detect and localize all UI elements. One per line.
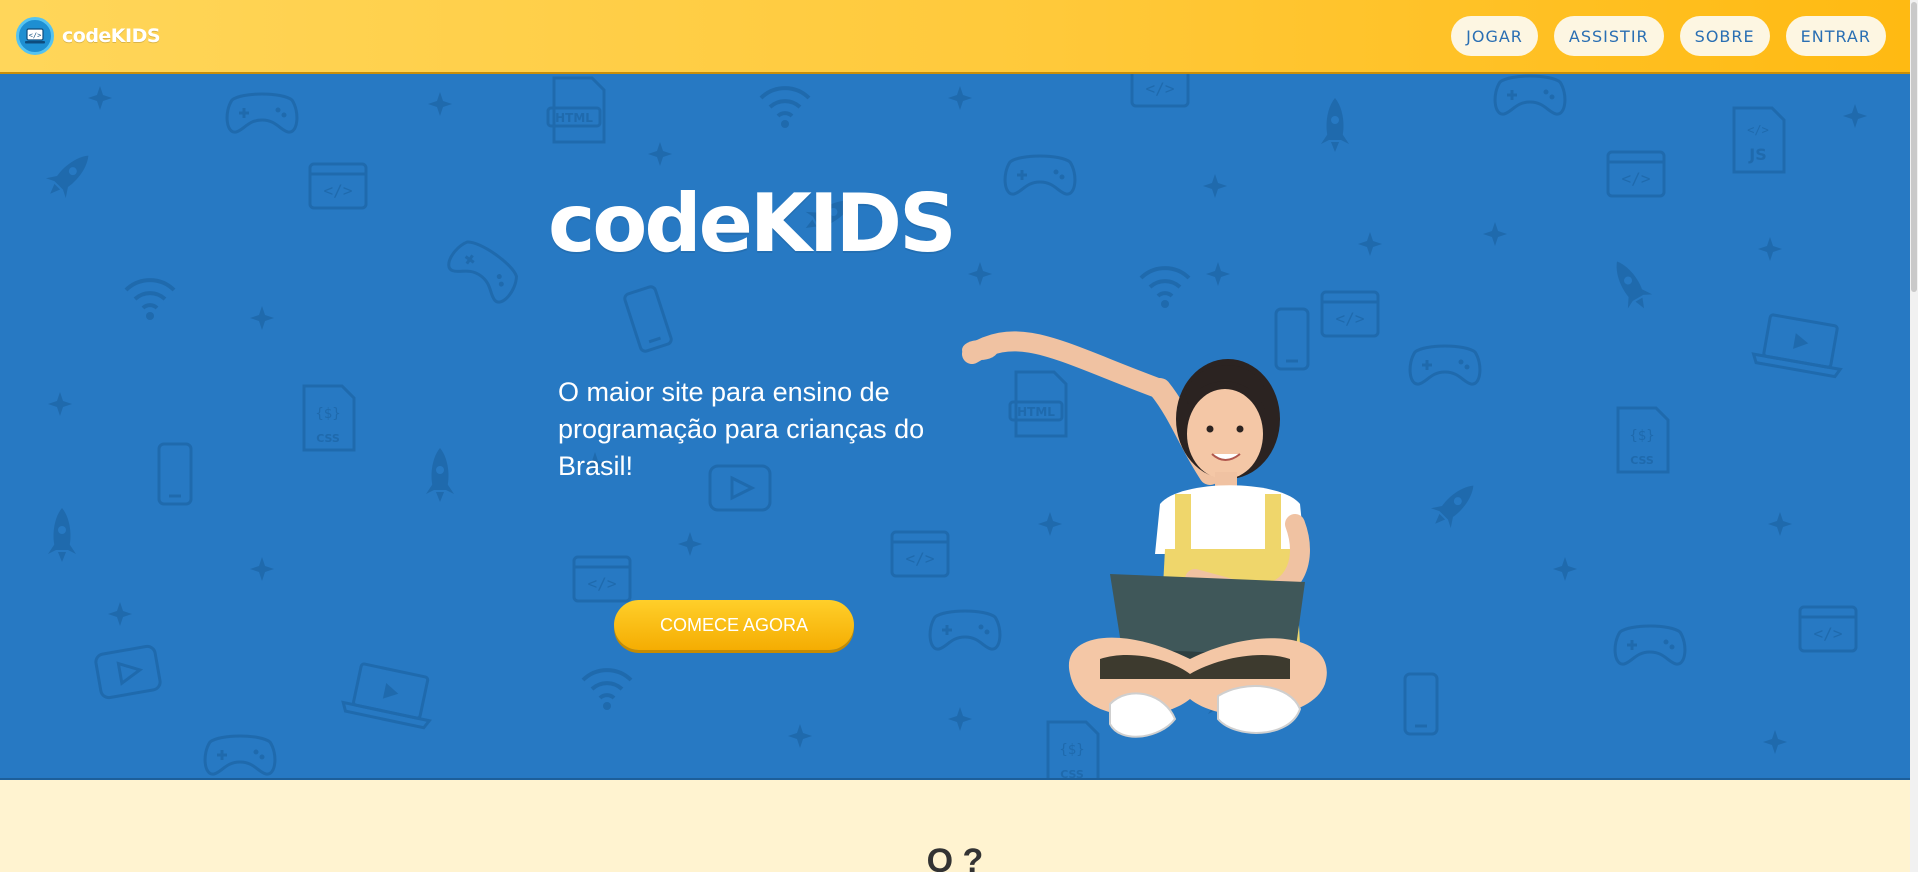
top-navbar: </> codeKIDS JOGAR ASSISTIR SOBRE ENTRAR: [0, 0, 1910, 74]
hero-section: </>: [0, 74, 1910, 780]
brand[interactable]: </> codeKIDS: [16, 17, 161, 55]
hero-title: codeKIDS: [548, 177, 957, 270]
nav-jogar-button[interactable]: JOGAR: [1451, 16, 1538, 56]
svg-text:</>: </>: [29, 32, 42, 40]
girl-with-laptop-illustration: [962, 331, 1327, 738]
next-section: O ?: [0, 780, 1910, 872]
scrollbar-thumb[interactable]: [1911, 2, 1917, 292]
nav-sobre-button[interactable]: SOBRE: [1679, 16, 1770, 56]
hero-subtitle: O maior site para ensino de programação …: [558, 377, 925, 481]
page-scrollbar[interactable]: [1910, 0, 1918, 872]
start-now-button[interactable]: COMECE AGORA: [614, 600, 854, 650]
background-pattern: </>: [40, 74, 1867, 778]
main-nav: JOGAR ASSISTIR SOBRE ENTRAR: [1451, 16, 1886, 56]
laptop-code-icon: </>: [16, 17, 54, 55]
nav-entrar-button[interactable]: ENTRAR: [1785, 16, 1886, 56]
next-section-heading: O ?: [926, 842, 984, 872]
nav-assistir-button[interactable]: ASSISTIR: [1553, 16, 1664, 56]
brand-name: codeKIDS: [62, 25, 161, 47]
